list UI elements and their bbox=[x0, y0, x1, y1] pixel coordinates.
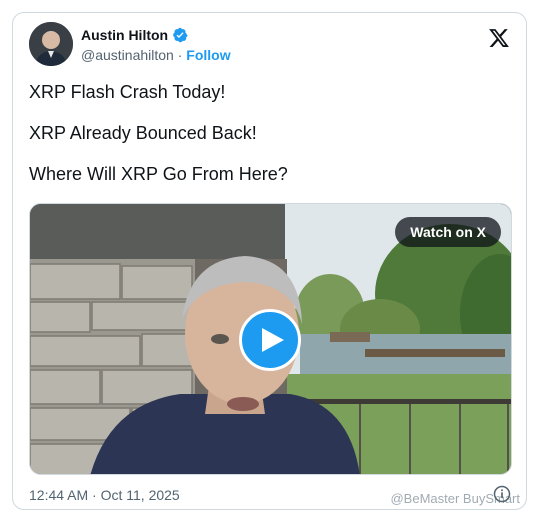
author-handle-row: @austinahilton · Follow bbox=[81, 47, 231, 63]
tweet-card[interactable]: Austin Hilton @austinahilton · Follow XR… bbox=[12, 12, 527, 510]
play-icon bbox=[262, 328, 284, 352]
tweet-line: Where Will XRP Go From Here? bbox=[29, 164, 288, 184]
tweet-line: XRP Already Bounced Back! bbox=[29, 123, 257, 143]
author-handle[interactable]: @austinahilton bbox=[81, 47, 174, 63]
video-player[interactable]: Watch on X bbox=[29, 203, 512, 475]
tweet-line: XRP Flash Crash Today! bbox=[29, 82, 226, 102]
avatar[interactable] bbox=[29, 22, 73, 66]
author-name-row: Austin Hilton bbox=[81, 27, 188, 43]
tweet-text: XRP Flash Crash Today! XRP Already Bounc… bbox=[29, 81, 509, 204]
author-display-name[interactable]: Austin Hilton bbox=[81, 27, 168, 43]
x-logo-icon[interactable] bbox=[488, 27, 510, 49]
tweet-timestamp[interactable]: 12:44 AM · Oct 11, 2025 bbox=[29, 487, 180, 503]
avatar-image bbox=[29, 22, 73, 66]
watch-on-x-button[interactable]: Watch on X bbox=[395, 217, 501, 247]
handle-separator: · bbox=[177, 47, 183, 63]
follow-button[interactable]: Follow bbox=[186, 47, 230, 63]
play-button[interactable] bbox=[239, 309, 301, 371]
verified-badge-icon bbox=[173, 27, 188, 43]
info-icon[interactable] bbox=[492, 484, 512, 504]
